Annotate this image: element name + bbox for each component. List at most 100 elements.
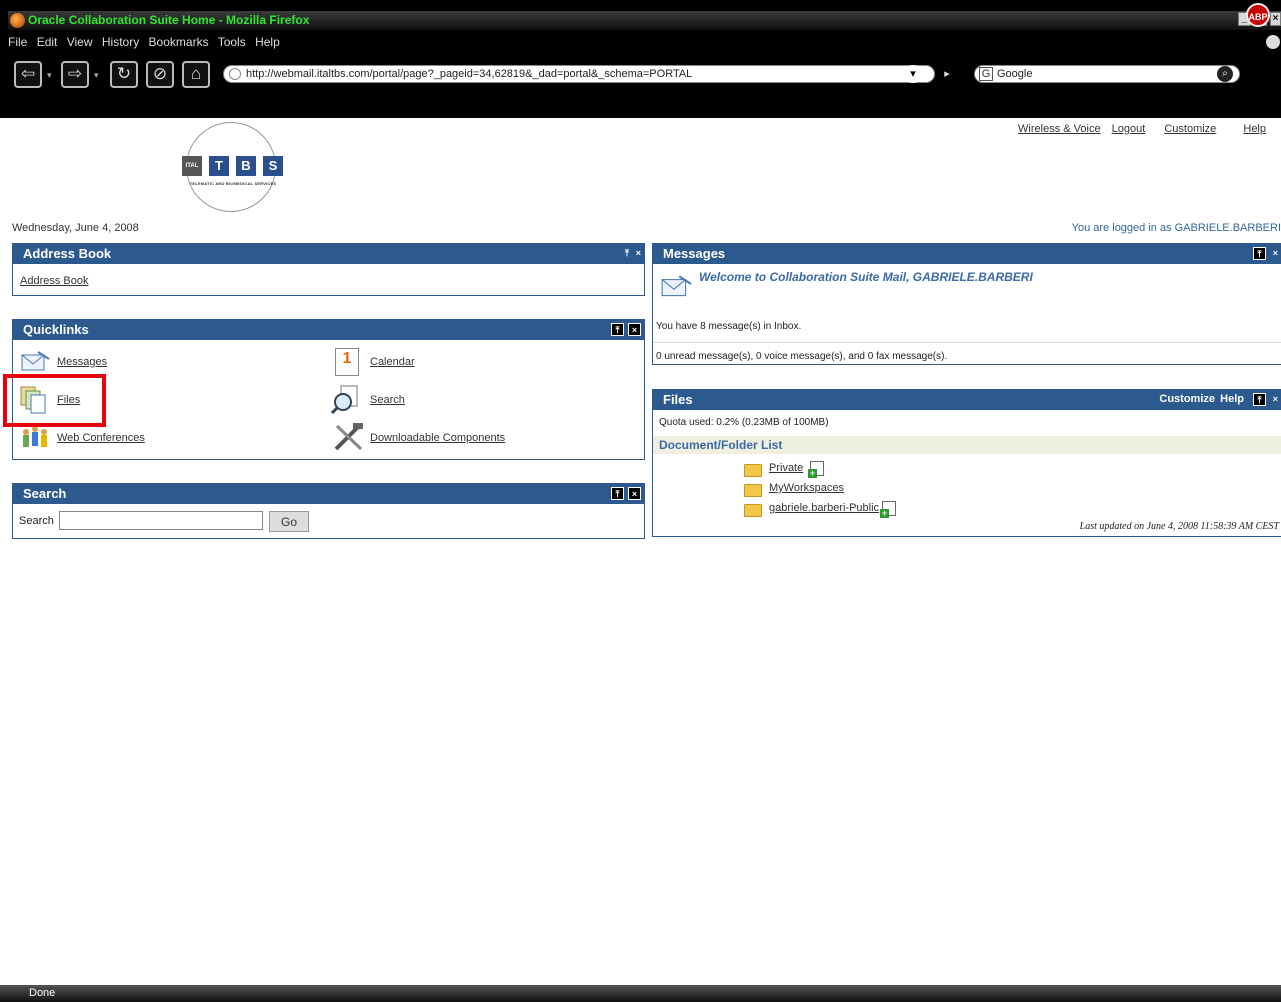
folder-myworkspaces-link[interactable]: MyWorkspaces <box>769 482 844 494</box>
top-links: Wireless & Voice Logout Customize Help <box>1018 123 1266 135</box>
customize-link[interactable]: Customize <box>1164 123 1216 135</box>
current-date: Wednesday, June 4, 2008 <box>12 222 139 234</box>
messages-portlet: Messages ⤒ × Welcome to Collaboration Su… <box>652 243 1281 365</box>
magnifier-icon[interactable]: ⌕ <box>1217 66 1233 82</box>
collapse-icon[interactable]: ⤒ <box>611 487 624 500</box>
wireless-voice-link[interactable]: Wireless & Voice <box>1018 123 1101 135</box>
status-bar: Done <box>0 985 1281 1002</box>
messages-title: Messages <box>663 246 726 261</box>
window-title: Oracle Collaboration Suite Home - Mozill… <box>28 13 310 27</box>
go-arrow-icon[interactable]: ▸ <box>938 65 956 83</box>
highlight-box <box>3 374 106 427</box>
browser-chrome: Oracle Collaboration Suite Home - Mozill… <box>0 0 1281 118</box>
message-summary: 0 unread message(s), 0 voice message(s),… <box>656 351 948 362</box>
forward-history-dropdown-icon[interactable]: ▾ <box>94 70 99 81</box>
calendar-icon[interactable]: 1 <box>335 348 359 376</box>
calendar-link[interactable]: Calendar <box>370 356 415 368</box>
search-label: Search <box>19 515 54 527</box>
menu-bookmarks[interactable]: Bookmarks <box>149 35 209 49</box>
forward-arrow-icon[interactable]: ⇨ <box>61 61 89 88</box>
address-book-header: Address Book ⤒ × <box>13 244 644 264</box>
downloadable-components-link[interactable]: Downloadable Components <box>370 432 505 444</box>
menu-file[interactable]: File <box>8 35 27 49</box>
home-icon[interactable]: ⌂ <box>182 61 210 88</box>
welcome-message: Welcome to Collaboration Suite Mail, GAB… <box>699 270 1033 284</box>
files-title: Files <box>663 392 693 407</box>
search-title: Search <box>23 486 67 501</box>
logo-letter-ital: ITAL <box>182 156 202 176</box>
logo-tagline: TELEMATIC AND BIOMEDICAL SERVICES <box>189 181 277 186</box>
web-conferences-icon[interactable] <box>20 424 50 450</box>
document-list-header: Document/Folder List <box>653 436 1281 454</box>
back-history-dropdown-icon[interactable]: ▾ <box>47 70 52 81</box>
web-search-box[interactable]: G Google ⌕ <box>974 65 1240 83</box>
web-conferences-link[interactable]: Web Conferences <box>57 432 145 444</box>
menu-history[interactable]: History <box>102 35 139 49</box>
menu-tools[interactable]: Tools <box>218 35 246 49</box>
collapse-icon[interactable]: ⤒ <box>1253 393 1266 406</box>
url-text: http://webmail.italtbs.com/portal/page?_… <box>246 68 693 80</box>
tools-icon[interactable] <box>333 422 365 452</box>
close-icon[interactable]: × <box>636 247 641 260</box>
close-icon[interactable]: × <box>1273 247 1278 260</box>
folder-icon <box>744 484 762 497</box>
add-file-icon[interactable]: + <box>808 461 824 478</box>
status-text: Done <box>29 987 56 999</box>
company-logo: ITAL T B S TELEMATIC AND BIOMEDICAL SERV… <box>180 120 286 214</box>
close-icon[interactable]: × <box>1273 393 1278 406</box>
search-link[interactable]: Search <box>370 394 405 406</box>
url-bar[interactable]: http://webmail.italtbs.com/portal/page?_… <box>223 65 935 83</box>
collapse-icon[interactable]: ⤒ <box>1253 247 1266 260</box>
url-dropdown-icon[interactable]: ▾ <box>904 65 922 83</box>
go-button[interactable]: Go <box>269 511 309 532</box>
back-arrow-icon[interactable]: ⇦ <box>14 61 42 88</box>
add-file-icon[interactable]: + <box>880 501 896 518</box>
folder-icon <box>744 464 762 477</box>
logo-letter-b: B <box>236 156 256 176</box>
logo-letter-t: T <box>209 156 229 176</box>
throbber-icon <box>1266 35 1280 49</box>
menu-help[interactable]: Help <box>255 35 280 49</box>
help-link[interactable]: Help <box>1243 123 1266 135</box>
files-header: Files Customize Help ⤒ × <box>653 390 1281 410</box>
collapse-icon[interactable]: ⤒ <box>625 247 629 260</box>
quicklinks-header: Quicklinks ⤒ × <box>13 320 644 340</box>
search-input[interactable] <box>59 511 263 530</box>
messages-header: Messages ⤒ × <box>653 244 1281 264</box>
quota-used: Quota used: 0.2% (0.23MB of 100MB) <box>659 417 829 428</box>
reload-icon[interactable]: ↻ <box>110 61 138 88</box>
files-portlet: Files Customize Help ⤒ × Quota used: 0.2… <box>652 389 1281 537</box>
navigation-toolbar: ⇦ ▾ ⇨ ▾ ↻ ⊘ ⌂ http://webmail.italtbs.com… <box>8 58 1281 90</box>
folder-icon <box>744 504 762 517</box>
close-icon[interactable]: × <box>1270 12 1281 26</box>
messages-link[interactable]: Messages <box>57 356 107 368</box>
messages-icon[interactable] <box>20 350 50 372</box>
quicklinks-title: Quicklinks <box>23 322 89 337</box>
window-titlebar: Oracle Collaboration Suite Home - Mozill… <box>8 11 1281 30</box>
search-engine-label: Google <box>997 68 1033 80</box>
site-identity-icon <box>229 68 241 80</box>
files-customize-link[interactable]: Customize <box>1159 393 1215 406</box>
search-portlet: Search ⤒ × Search Go <box>12 483 645 539</box>
close-icon[interactable]: × <box>628 323 641 336</box>
address-book-link[interactable]: Address Book <box>20 275 88 287</box>
stop-icon[interactable]: ⊘ <box>146 61 174 88</box>
menu-edit[interactable]: Edit <box>37 35 58 49</box>
logged-in-user: You are logged in as GABRIELE.BARBERI <box>1071 222 1281 234</box>
last-updated: Last updated on June 4, 2008 11:58:39 AM… <box>1079 521 1279 532</box>
address-book-title: Address Book <box>23 246 112 261</box>
search-icon[interactable] <box>331 384 361 414</box>
close-icon[interactable]: × <box>628 487 641 500</box>
logout-link[interactable]: Logout <box>1112 123 1146 135</box>
search-header: Search ⤒ × <box>13 484 644 504</box>
menu-view[interactable]: View <box>67 35 93 49</box>
mail-icon <box>661 275 692 297</box>
collapse-icon[interactable]: ⤒ <box>611 323 624 336</box>
menu-bar: File Edit View History Bookmarks Tools H… <box>8 35 286 53</box>
folder-private-link[interactable]: Private <box>769 462 803 474</box>
google-engine-icon[interactable]: G <box>979 67 993 81</box>
folder-public-link[interactable]: gabriele.barberi-Public <box>769 502 879 514</box>
divider <box>653 342 1281 343</box>
adblock-icon[interactable]: ABP <box>1246 3 1270 27</box>
files-help-link[interactable]: Help <box>1220 393 1244 406</box>
